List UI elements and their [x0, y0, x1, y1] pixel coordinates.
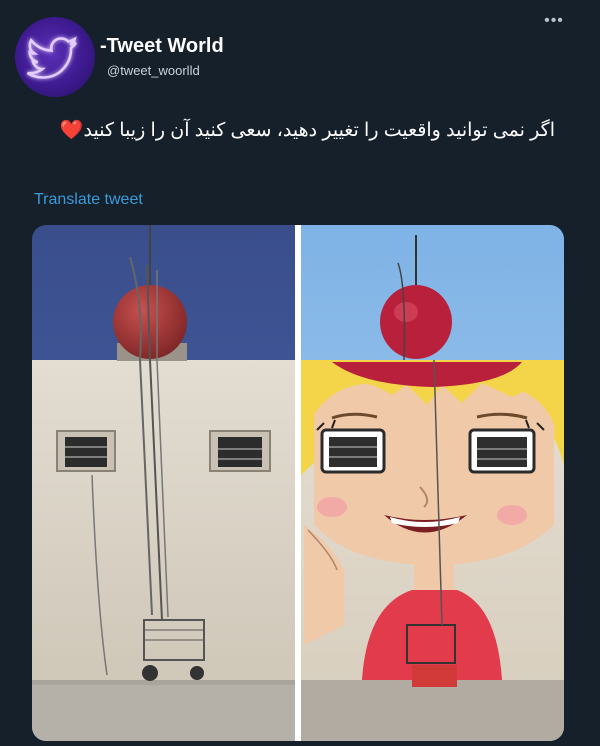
more-options-button[interactable]: •••: [541, 12, 567, 32]
user-handle[interactable]: @tweet_woorlld: [107, 63, 200, 78]
tweet-text: اگر نمی توانید واقعیت را تغییر دهید، سعی…: [40, 118, 555, 142]
display-name[interactable]: -Tweet World: [100, 35, 224, 58]
avatar[interactable]: [15, 17, 95, 97]
twitter-bird-icon: [26, 36, 77, 79]
after-photo: [301, 225, 564, 741]
translate-tweet-link[interactable]: Translate tweet: [34, 191, 143, 209]
tweet-body: اگر نمی توانید واقعیت را تغییر دهید، سعی…: [83, 120, 555, 141]
more-horizontal-icon: •••: [544, 12, 564, 29]
heart-emoji: ❤️: [59, 120, 84, 141]
before-photo: [32, 225, 295, 741]
tweet-media[interactable]: [32, 225, 564, 741]
media-photo: [32, 225, 564, 741]
